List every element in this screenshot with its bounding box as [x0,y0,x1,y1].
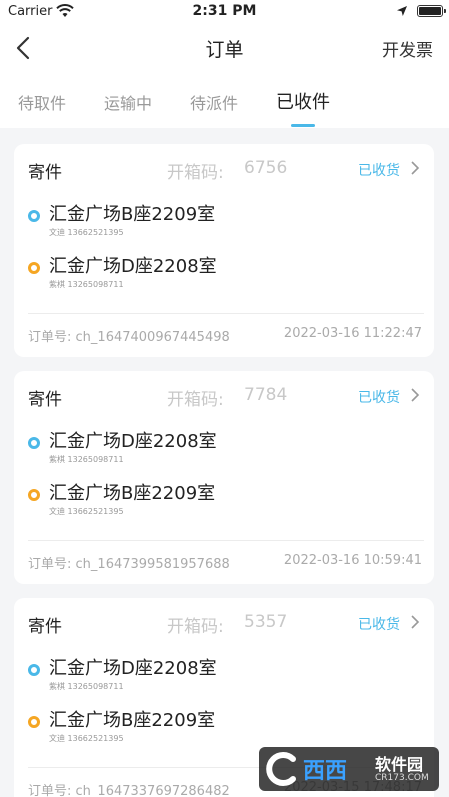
origin-contact: 文迪 13662521395 [49,228,124,237]
destination-stop: 汇金广场B座2209室 文迪 13662521395 [28,479,428,523]
order-type: 寄件 [28,163,62,183]
origin-dot-icon [28,664,40,676]
chevron-right-icon[interactable] [410,160,420,176]
watermark-brand: 西西 [303,759,348,784]
issue-invoice-button[interactable]: 开发票 [382,36,433,61]
destination-address: 汇金广场B座2209室 [49,710,216,731]
order-type: 寄件 [28,390,62,410]
active-tab-indicator [291,124,315,127]
order-number-label: 订单号: [28,784,72,797]
destination-stop: 汇金广场B座2209室 文迪 13662521395 [28,706,428,750]
order-time: 2022-03-16 11:22:47 [283,326,422,341]
box-code: 6756 [244,158,288,178]
tab-received[interactable]: 已收件 [276,88,330,114]
order-number-label: 订单号: [28,557,72,572]
origin-address: 汇金广场B座2209室 [49,204,216,225]
status-badge: 已收货 [358,163,400,179]
order-card[interactable]: 寄件 开箱码: 6756 已收货 汇金广场B座2209室 文迪 13662521… [14,144,434,357]
watermark-subbrand: 软件园 [375,755,424,774]
status-badge: 已收货 [358,390,400,406]
tab-pending-delivery[interactable]: 待派件 [190,90,238,114]
destination-dot-icon [28,489,40,501]
order-number-value: ch_1647337697286482 [75,784,230,797]
chevron-right-icon[interactable] [410,614,420,630]
destination-contact: 文迪 13662521395 [49,507,124,516]
c-logo-icon [266,752,296,786]
order-number-value: ch_1647399581957688 [75,557,230,572]
nav-bar: 订单 开发票 [0,24,449,72]
divider [28,540,424,541]
order-time: 2022-03-16 10:59:41 [283,553,422,568]
order-number: 订单号: ch_1647400967445498 [28,326,230,345]
origin-dot-icon [28,437,40,449]
divider [28,313,424,314]
box-code-label: 开箱码: [167,163,224,183]
origin-address: 汇金广场D座2208室 [49,658,217,679]
location-arrow-icon [397,6,407,16]
chevron-right-icon[interactable] [410,387,420,403]
tab-in-transit[interactable]: 运输中 [104,90,152,114]
destination-dot-icon [28,716,40,728]
order-card[interactable]: 寄件 开箱码: 7784 已收货 汇金广场D座2208室 紫棋 13265098… [14,371,434,584]
order-type: 寄件 [28,617,62,637]
box-code-label: 开箱码: [167,390,224,410]
origin-contact: 紫棋 13265098711 [49,682,124,691]
origin-address: 汇金广场D座2208室 [49,431,217,452]
order-number: 订单号: ch_1647399581957688 [28,553,230,572]
destination-dot-icon [28,262,40,274]
origin-dot-icon [28,210,40,222]
battery-icon [417,5,446,17]
origin-contact: 紫棋 13265098711 [49,455,124,464]
box-code-label: 开箱码: [167,617,224,637]
destination-address: 汇金广场D座2208室 [49,256,217,277]
order-number: 订单号: ch_1647337697286482 [28,780,230,797]
destination-contact: 文迪 13662521395 [49,734,124,743]
status-bar: Carrier 2:31 PM [0,0,449,24]
destination-stop: 汇金广场D座2208室 紫棋 13265098711 [28,252,428,296]
destination-contact: 紫棋 13265098711 [49,280,124,289]
tab-pending-pickup[interactable]: 待取件 [18,90,66,114]
watermark-url: CR173.COM [375,773,429,783]
order-number-value: ch_1647400967445498 [75,330,230,345]
order-status-tabs: 待取件 运输中 待派件 已收件 [0,72,449,128]
order-number-label: 订单号: [28,330,72,345]
watermark-logo: 西西 软件园 CR173.COM [259,747,439,791]
clock: 2:31 PM [192,3,257,19]
status-badge: 已收货 [358,617,400,633]
box-code: 5357 [244,612,288,632]
origin-stop: 汇金广场D座2208室 紫棋 13265098711 [28,427,428,471]
origin-stop: 汇金广场B座2209室 文迪 13662521395 [28,200,428,244]
box-code: 7784 [244,385,288,405]
origin-stop: 汇金广场D座2208室 紫棋 13265098711 [28,654,428,698]
destination-address: 汇金广场B座2209室 [49,483,216,504]
